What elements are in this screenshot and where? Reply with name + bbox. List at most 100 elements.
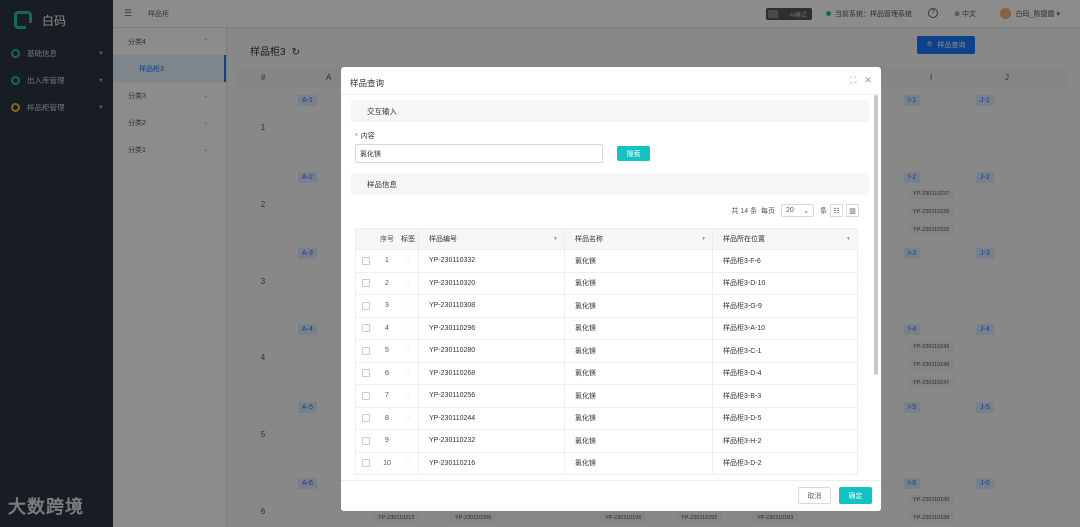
row-index: 2 (385, 279, 389, 287)
tag-icon[interactable]: ♡ (398, 415, 418, 422)
caret-down-icon: ▼ (553, 236, 558, 242)
row-name: 氯化镁 (564, 317, 712, 339)
confirm-button[interactable]: 确定 (839, 487, 872, 504)
table-row[interactable]: 2 ♡ YP-230110320 氯化镁 样品柜3-D-10 (355, 272, 858, 295)
row-checkbox[interactable] (362, 301, 370, 310)
tag-icon[interactable]: ♡ (398, 347, 418, 354)
bar-chart-icon[interactable]: ▥ (846, 204, 859, 217)
row-index: 10 (383, 459, 391, 467)
row-checkbox-cell (356, 279, 376, 288)
row-name: 氯化镁 (564, 340, 712, 362)
table-row[interactable]: 1 ♡ YP-230110332 氯化镁 样品柜3-F-6 (355, 250, 858, 273)
row-checkbox-cell (356, 414, 376, 423)
row-code: YP-230110244 (418, 407, 564, 429)
row-location: 样品柜3-F-6 (712, 250, 857, 272)
maximize-icon[interactable]: ⛶ (850, 75, 856, 86)
col-location[interactable]: 样品所在位置 ▼ (712, 229, 857, 249)
content-textarea[interactable]: 氯化镁 (355, 144, 603, 163)
col-name[interactable]: 样品名称 ▼ (564, 229, 712, 249)
row-code: YP-230110216 (418, 452, 564, 474)
table-row[interactable]: 6 ♡ YP-230110268 氯化镁 样品柜3-D-4 (355, 362, 858, 385)
row-checkbox[interactable] (362, 279, 370, 288)
tag-icon[interactable]: ♡ (398, 437, 418, 444)
table-header: 序号 标签 样品编号 ▼ 样品名称 ▼ 样品所在位置 ▼ (355, 228, 858, 250)
tag-icon[interactable]: ♡ (398, 325, 418, 332)
row-checkbox[interactable] (362, 324, 370, 333)
close-icon[interactable]: ✕ (864, 75, 872, 86)
tag-icon[interactable]: ♡ (398, 370, 418, 377)
row-index: 5 (385, 347, 389, 355)
col-name-label: 样品名称 (575, 236, 603, 243)
row-index: 1 (385, 257, 389, 265)
modal-scrollbar[interactable] (874, 95, 878, 375)
row-index: 4 (385, 324, 389, 332)
row-checkbox[interactable] (362, 414, 370, 423)
table-row[interactable]: 4 ♡ YP-230110296 氯化镁 样品柜3-A-10 (355, 317, 858, 340)
row-location: 样品柜3-B-3 (712, 385, 857, 407)
row-checkbox-cell (356, 256, 376, 265)
per-page-label: 每页 (761, 207, 775, 215)
tag-icon[interactable]: ♡ (398, 280, 418, 287)
row-index: 6 (385, 369, 389, 377)
col-index: 序号 (380, 236, 394, 243)
row-name: 氯化镁 (564, 407, 712, 429)
row-checkbox[interactable] (362, 436, 370, 445)
row-location: 样品柜3-D-10 (712, 272, 857, 294)
row-location: 样品柜3-C-1 (712, 340, 857, 362)
caret-down-icon: ▼ (846, 236, 851, 242)
row-code: YP-230110232 (418, 430, 564, 452)
row-checkbox[interactable] (362, 391, 370, 400)
row-code: YP-230110308 (418, 295, 564, 317)
row-checkbox[interactable] (362, 256, 370, 265)
tag-icon[interactable]: ♡ (398, 302, 418, 309)
tag-icon[interactable]: ♡ (398, 392, 418, 399)
row-checkbox-cell (356, 369, 376, 378)
tag-icon[interactable]: ♡ (398, 460, 418, 467)
row-location: 样品柜3-A-10 (712, 317, 857, 339)
col-code[interactable]: 样品编号 ▼ (418, 229, 564, 249)
row-index: 7 (385, 392, 389, 400)
content-field-label: * 内容 (355, 131, 375, 141)
sample-query-modal: 样品查询 ⛶ ✕ 交互输入 * 内容 氯化镁 搜索 样品信息 共 14 条 每页 … (341, 67, 881, 511)
row-name: 氯化镁 (564, 362, 712, 384)
row-location: 样品柜3-G-9 (712, 295, 857, 317)
row-code: YP-230110296 (418, 317, 564, 339)
row-location: 样品柜3-H-2 (712, 430, 857, 452)
row-checkbox[interactable] (362, 459, 370, 468)
tag-icon[interactable]: ♡ (398, 257, 418, 264)
search-button[interactable]: 搜索 (617, 146, 650, 161)
row-code: YP-230110280 (418, 340, 564, 362)
search-button-label: 搜索 (626, 150, 641, 158)
column-settings-icon[interactable]: ☷ (830, 204, 843, 217)
section-header-info: 样品信息 (351, 173, 869, 195)
row-checkbox-cell (356, 436, 376, 445)
unit-label: 条 (820, 207, 827, 215)
row-name: 氯化镁 (564, 250, 712, 272)
total-count: 共 14 条 (731, 207, 758, 215)
modal-title: 样品查询 (350, 78, 385, 88)
page-size-select[interactable]: 20 ⌄ (781, 204, 814, 217)
sample-table: 序号 标签 样品编号 ▼ 样品名称 ▼ 样品所在位置 ▼ 1 ♡ YP-230110332… (355, 228, 858, 475)
confirm-label: 确定 (848, 492, 863, 500)
row-code: YP-230110268 (418, 362, 564, 384)
cancel-button[interactable]: 取消 (798, 487, 831, 504)
table-row[interactable]: 9 ♡ YP-230110232 氯化镁 样品柜3-H-2 (355, 430, 858, 453)
table-row[interactable]: 3 ♡ YP-230110308 氯化镁 样品柜3-G-9 (355, 295, 858, 318)
col-code-label: 样品编号 (429, 236, 457, 243)
page-size-value: 20 (786, 207, 794, 214)
section-header-input: 交互输入 (351, 100, 869, 122)
row-name: 氯化镁 (564, 430, 712, 452)
chevron-down-icon: ⌄ (803, 207, 809, 215)
row-code: YP-230110256 (418, 385, 564, 407)
pagination: 共 14 条 每页 20 ⌄ 条 ☷ ▥ (731, 204, 859, 217)
table-row[interactable]: 5 ♡ YP-230110280 氯化镁 样品柜3-C-1 (355, 340, 858, 363)
modal-footer: 取消 确定 (341, 480, 881, 511)
row-code: YP-230110320 (418, 272, 564, 294)
table-row[interactable]: 8 ♡ YP-230110244 氯化镁 样品柜3-D-5 (355, 407, 858, 430)
row-checkbox[interactable] (362, 346, 370, 355)
modal-controls: ⛶ ✕ (850, 75, 872, 86)
table-row[interactable]: 7 ♡ YP-230110256 氯化镁 样品柜3-B-3 (355, 385, 858, 408)
row-index: 3 (385, 302, 389, 310)
table-row[interactable]: 10 ♡ YP-230110216 氯化镁 样品柜3-D-2 (355, 452, 858, 475)
row-checkbox[interactable] (362, 369, 370, 378)
